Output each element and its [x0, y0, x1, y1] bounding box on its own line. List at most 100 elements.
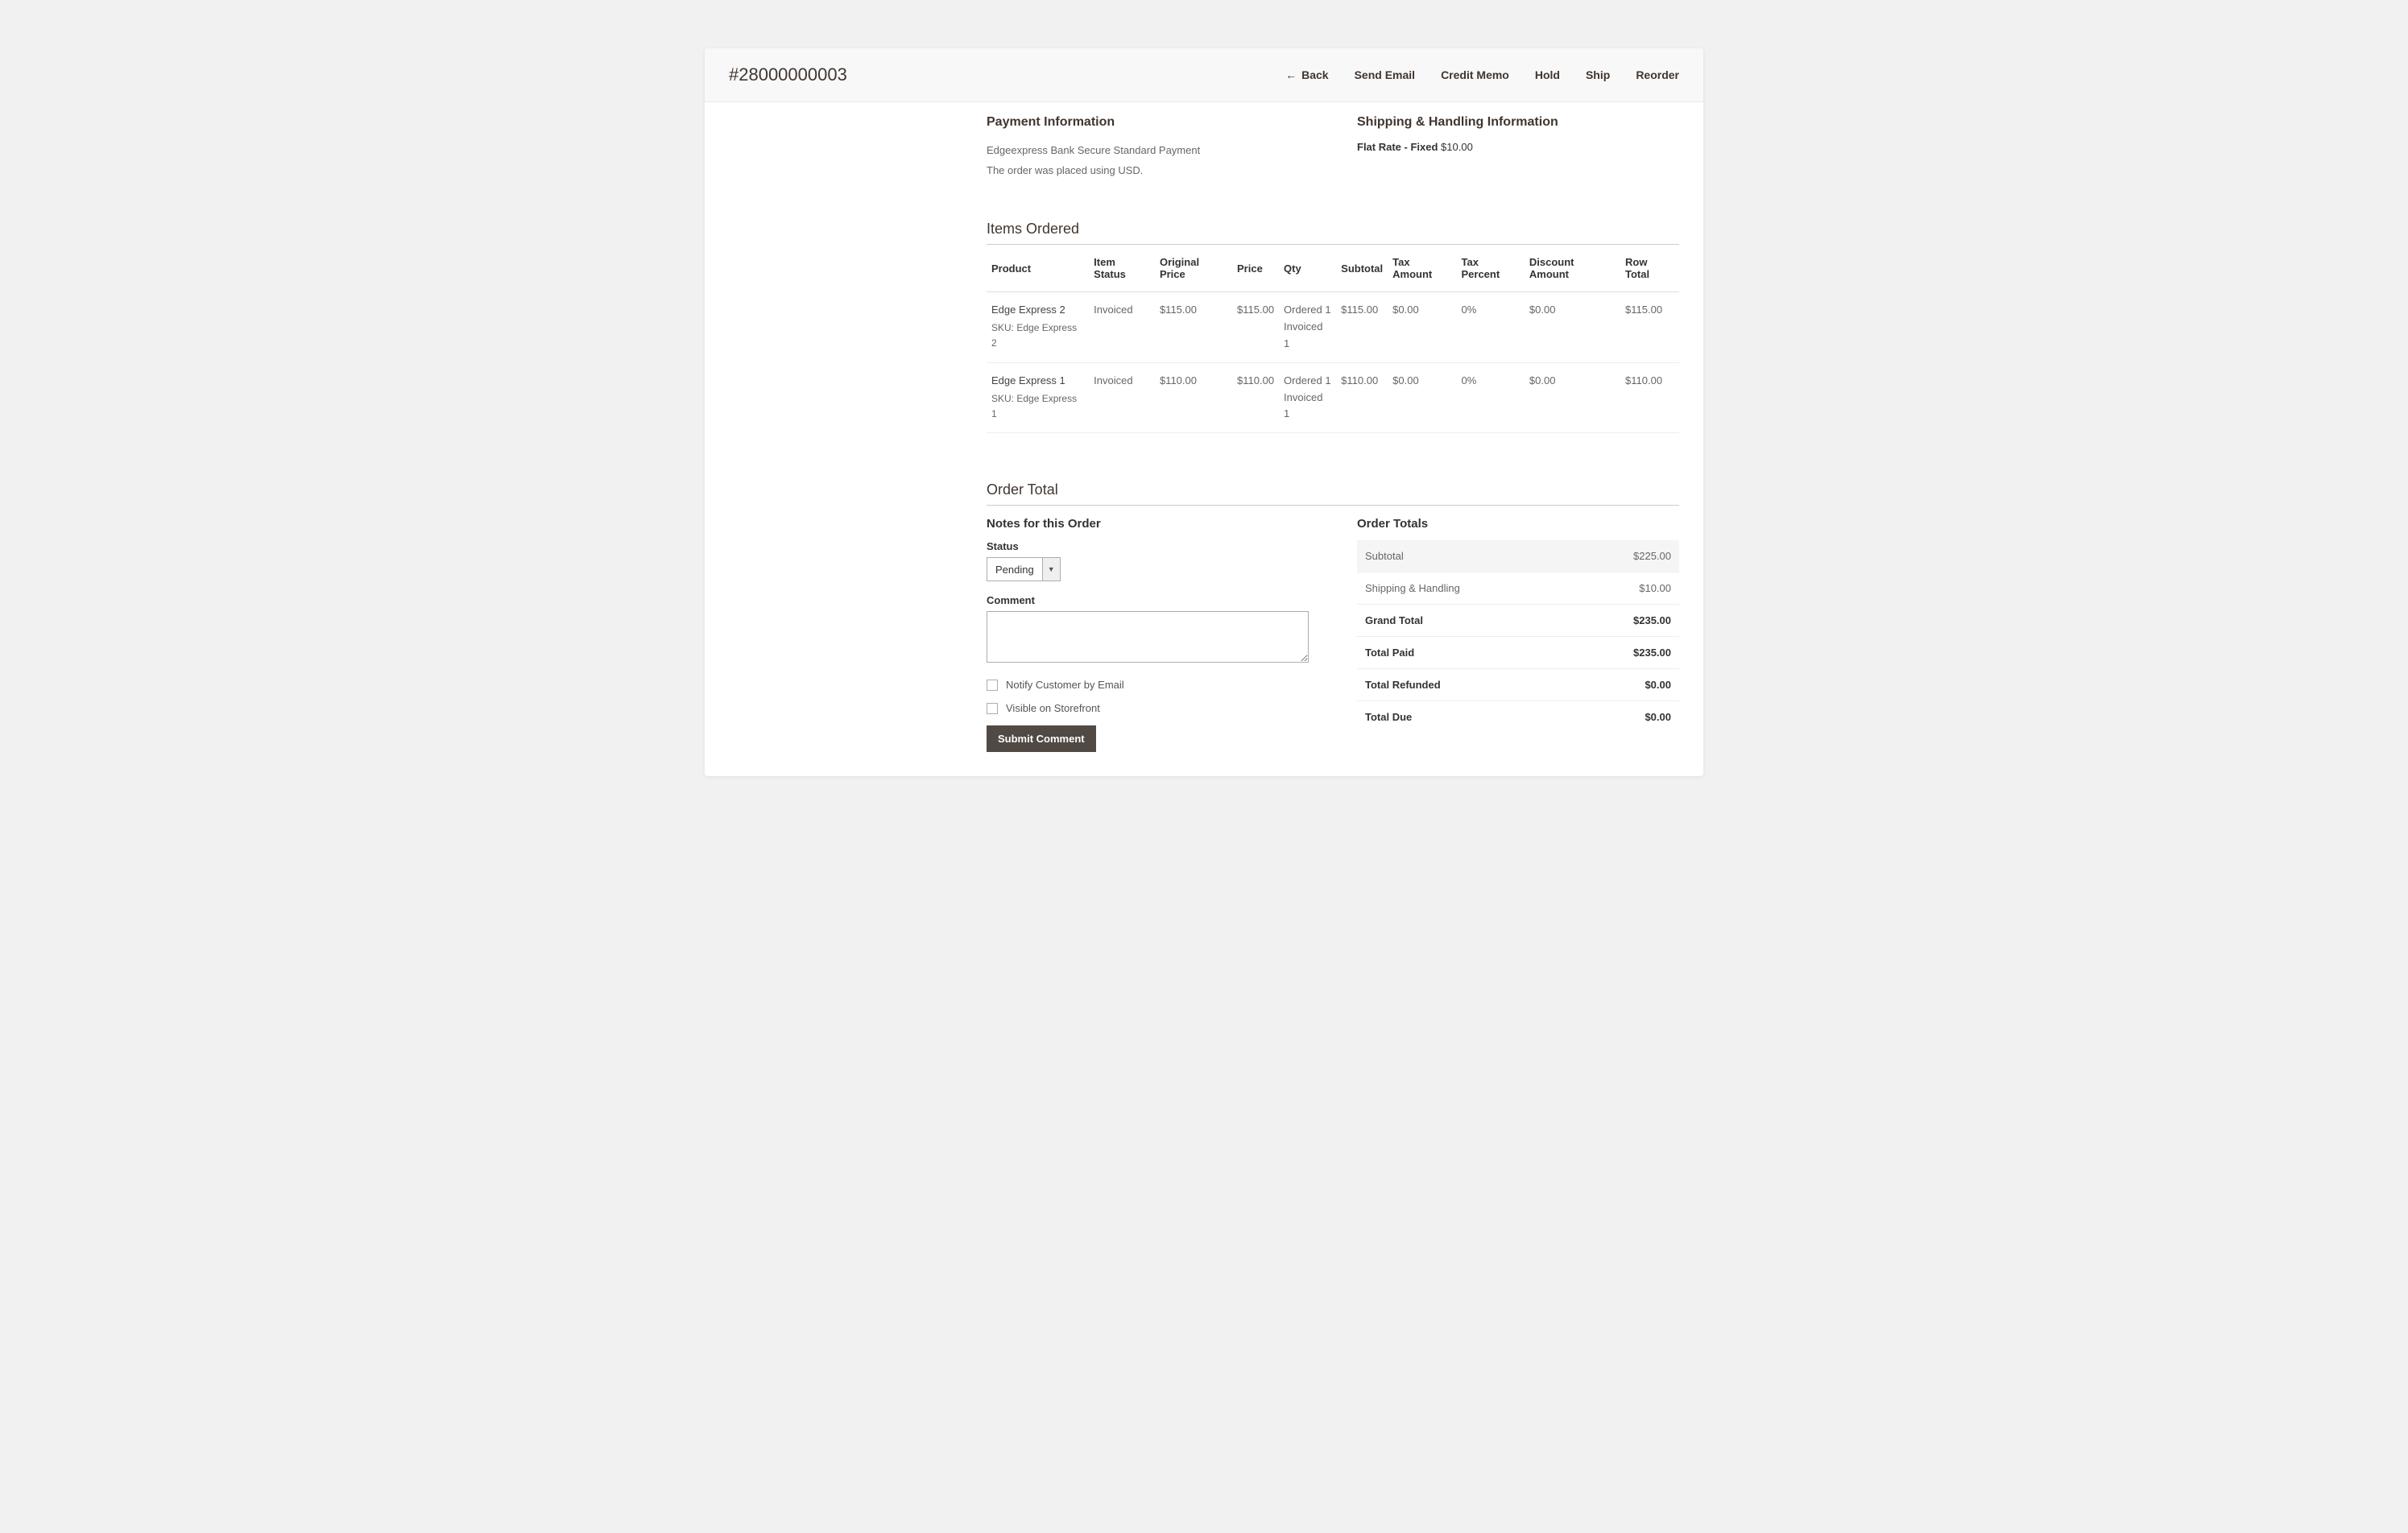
comment-label: Comment [987, 594, 1309, 606]
items-ordered-heading: Items Ordered [987, 221, 1679, 245]
order-view-panel: #28000000003 ← Back Send Email Credit Me… [705, 48, 1703, 776]
col-item-status: Item Status [1089, 245, 1155, 292]
qty-invoiced: Invoiced 1 [1284, 390, 1331, 424]
table-row: Edge Express 2 SKU: Edge Express 2 Invoi… [987, 292, 1679, 362]
col-product: Product [987, 245, 1089, 292]
back-label: Back [1301, 68, 1328, 81]
shipping-label: Shipping & Handling [1357, 572, 1574, 605]
shipping-heading: Shipping & Handling Information [1357, 115, 1679, 130]
ship-button[interactable]: Ship [1586, 68, 1610, 81]
shipping-info: Shipping & Handling Information Flat Rat… [1357, 115, 1679, 180]
subtotal-label: Subtotal [1357, 540, 1574, 572]
col-qty: Qty [1279, 245, 1336, 292]
cell-price: $110.00 [1232, 362, 1279, 432]
grand-total-label: Grand Total [1357, 605, 1574, 637]
cell-subtotal: $110.00 [1336, 362, 1388, 432]
order-totals-table: Subtotal $225.00 Shipping & Handling $10… [1357, 540, 1679, 733]
total-due-label: Total Due [1357, 701, 1574, 733]
action-bar: ← Back Send Email Credit Memo Hold Ship … [1285, 68, 1679, 81]
payment-heading: Payment Information [987, 115, 1309, 130]
totals-row-subtotal: Subtotal $225.00 [1357, 540, 1679, 572]
total-paid-value: $235.00 [1574, 637, 1679, 669]
totals-row-total-due: Total Due $0.00 [1357, 701, 1679, 733]
qty-ordered: Ordered 1 [1284, 373, 1331, 390]
col-tax-percent: Tax Percent [1456, 245, 1524, 292]
topbar: #28000000003 ← Back Send Email Credit Me… [705, 48, 1703, 102]
items-table: Product Item Status Original Price Price… [987, 245, 1679, 433]
cell-discount: $0.00 [1525, 362, 1620, 432]
product-sku: SKU: Edge Express 1 [991, 391, 1084, 422]
cell-status: Invoiced [1089, 362, 1155, 432]
hold-button[interactable]: Hold [1535, 68, 1560, 81]
notify-label: Notify Customer by Email [1006, 679, 1124, 691]
table-row: Edge Express 1 SKU: Edge Express 1 Invoi… [987, 362, 1679, 432]
payment-method: Edgeexpress Bank Secure Standard Payment [987, 141, 1309, 161]
checkbox-icon [987, 680, 998, 691]
sku-label: SKU: [991, 322, 1014, 333]
status-value: Pending [987, 558, 1042, 581]
cell-tax-percent: 0% [1456, 362, 1524, 432]
order-totals-heading: Order Totals [1357, 517, 1679, 531]
product-sku: SKU: Edge Express 2 [991, 320, 1084, 351]
col-original-price: Original Price [1155, 245, 1232, 292]
cell-tax-amount: $0.00 [1388, 292, 1456, 362]
cell-tax-amount: $0.00 [1388, 362, 1456, 432]
payment-info: Payment Information Edgeexpress Bank Sec… [987, 115, 1309, 180]
total-paid-label: Total Paid [1357, 637, 1574, 669]
col-row-total: Row Total [1620, 245, 1679, 292]
payment-currency-note: The order was placed using USD. [987, 161, 1309, 181]
totals-row-grand-total: Grand Total $235.00 [1357, 605, 1679, 637]
cell-discount: $0.00 [1525, 292, 1620, 362]
cell-original-price: $115.00 [1155, 292, 1232, 362]
cell-tax-percent: 0% [1456, 292, 1524, 362]
back-button[interactable]: ← Back [1285, 68, 1328, 81]
status-select[interactable]: Pending ▼ [987, 557, 1061, 581]
cell-row-total: $110.00 [1620, 362, 1679, 432]
cell-qty: Ordered 1 Invoiced 1 [1279, 362, 1336, 432]
items-header-row: Product Item Status Original Price Price… [987, 245, 1679, 292]
col-subtotal: Subtotal [1336, 245, 1388, 292]
qty-ordered: Ordered 1 [1284, 302, 1331, 319]
submit-comment-button[interactable]: Submit Comment [987, 725, 1096, 752]
status-label: Status [987, 540, 1309, 552]
chevron-down-icon: ▼ [1042, 558, 1060, 581]
notes-column: Notes for this Order Status Pending ▼ Co… [987, 506, 1309, 752]
visible-label: Visible on Storefront [1006, 702, 1100, 714]
notify-checkbox-row[interactable]: Notify Customer by Email [987, 679, 1309, 691]
checkbox-icon [987, 703, 998, 714]
product-name: Edge Express 2 [991, 302, 1084, 319]
cell-status: Invoiced [1089, 292, 1155, 362]
col-discount-amount: Discount Amount [1525, 245, 1620, 292]
content-inner: Payment Information Edgeexpress Bank Sec… [987, 115, 1679, 752]
col-price: Price [1232, 245, 1279, 292]
credit-memo-button[interactable]: Credit Memo [1441, 68, 1509, 81]
cell-row-total: $115.00 [1620, 292, 1679, 362]
total-due-value: $0.00 [1574, 701, 1679, 733]
sku-label: SKU: [991, 393, 1014, 404]
comment-textarea[interactable] [987, 611, 1309, 663]
total-refunded-value: $0.00 [1574, 669, 1679, 701]
subtotal-value: $225.00 [1574, 540, 1679, 572]
totals-row-total-paid: Total Paid $235.00 [1357, 637, 1679, 669]
shipping-line: Flat Rate - Fixed $10.00 [1357, 141, 1679, 153]
reorder-button[interactable]: Reorder [1636, 68, 1679, 81]
order-id: #28000000003 [729, 64, 847, 85]
cell-price: $115.00 [1232, 292, 1279, 362]
totals-column: Order Totals Subtotal $225.00 Shipping &… [1357, 506, 1679, 752]
product-name: Edge Express 1 [991, 373, 1084, 390]
order-total-heading: Order Total [987, 481, 1679, 506]
grand-total-value: $235.00 [1574, 605, 1679, 637]
total-refunded-label: Total Refunded [1357, 669, 1574, 701]
col-tax-amount: Tax Amount [1388, 245, 1456, 292]
order-total-row: Notes for this Order Status Pending ▼ Co… [987, 506, 1679, 752]
cell-original-price: $110.00 [1155, 362, 1232, 432]
qty-invoiced: Invoiced 1 [1284, 319, 1331, 353]
send-email-button[interactable]: Send Email [1355, 68, 1415, 81]
content: Payment Information Edgeexpress Bank Sec… [705, 102, 1703, 776]
shipping-amount: $10.00 [1441, 141, 1473, 153]
visible-checkbox-row[interactable]: Visible on Storefront [987, 702, 1309, 714]
cell-qty: Ordered 1 Invoiced 1 [1279, 292, 1336, 362]
totals-row-total-refunded: Total Refunded $0.00 [1357, 669, 1679, 701]
arrow-left-icon: ← [1285, 68, 1297, 81]
shipping-value: $10.00 [1574, 572, 1679, 605]
